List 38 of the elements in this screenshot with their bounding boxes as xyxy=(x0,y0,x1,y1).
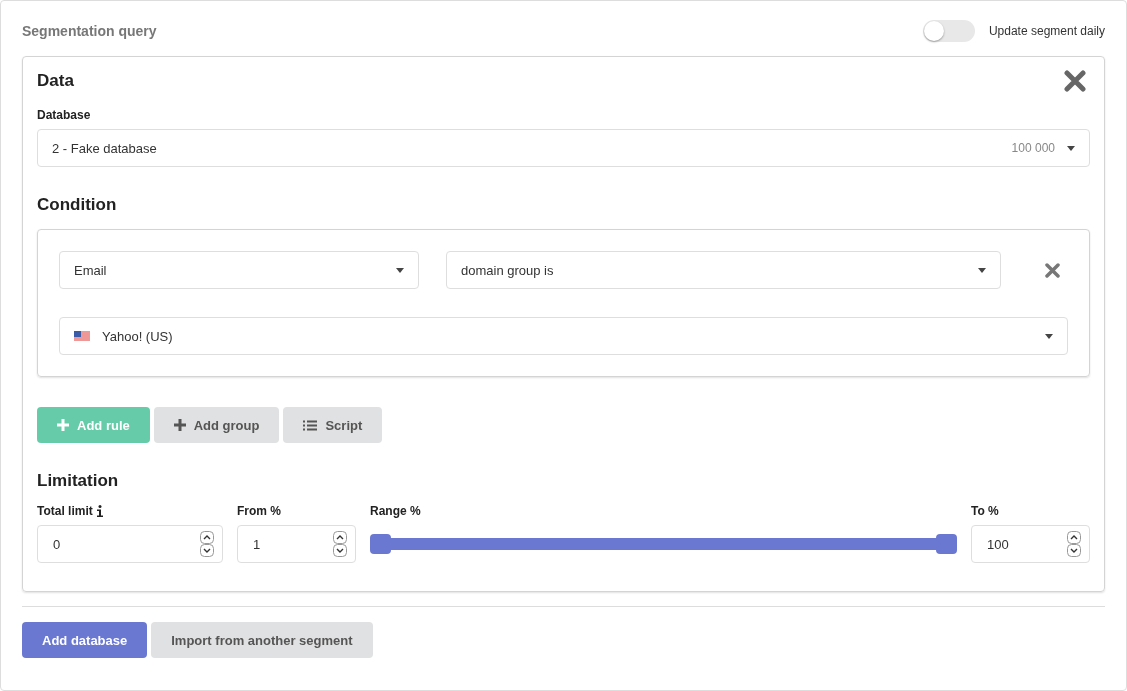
slider-handle[interactable] xyxy=(936,534,957,554)
from-field[interactable]: 1 xyxy=(237,525,356,563)
to-field[interactable]: 100 xyxy=(971,525,1090,563)
value-select[interactable]: Yahoo! (US) xyxy=(59,317,1068,355)
plus-icon xyxy=(57,419,69,431)
list-icon xyxy=(303,419,318,431)
operator-select[interactable]: domain group is xyxy=(446,251,1001,289)
spinner-icon[interactable] xyxy=(1067,531,1081,557)
action-button[interactable]: Add database xyxy=(22,622,148,658)
caret-icon xyxy=(1067,145,1075,151)
section-title: Limitation xyxy=(37,471,119,490)
flag-icon xyxy=(74,330,90,342)
field-label: From % xyxy=(237,503,282,519)
field-label: To % xyxy=(971,503,1000,519)
field-label: Total limit xyxy=(37,503,223,519)
action-button[interactable]: Import from another segment xyxy=(151,622,373,658)
field-label: Database xyxy=(37,107,91,123)
close-icon[interactable] xyxy=(1045,262,1060,278)
section-title: Condition xyxy=(37,195,117,214)
slider-handle[interactable] xyxy=(370,534,391,554)
info-icon xyxy=(96,505,103,517)
field-select[interactable]: Email xyxy=(59,251,419,289)
caret-icon xyxy=(396,267,404,273)
caret-icon xyxy=(978,267,986,273)
action-button[interactable]: Add group xyxy=(153,407,280,443)
card-title: Data xyxy=(37,71,74,91)
caret-icon xyxy=(1045,333,1053,339)
field-label: Range % xyxy=(370,503,422,519)
spinner-icon[interactable] xyxy=(333,531,347,557)
database-select[interactable]: 2 - Fake database 100 000 xyxy=(37,129,1090,167)
plus-icon xyxy=(173,419,186,431)
close-icon[interactable] xyxy=(1064,70,1086,92)
total-limit-field[interactable]: 0 xyxy=(37,525,223,563)
toggle-label: Update segment daily xyxy=(988,24,1105,38)
action-button[interactable]: Script xyxy=(283,407,383,443)
spinner-icon[interactable] xyxy=(200,531,214,557)
toggle-switch[interactable] xyxy=(922,20,975,42)
page-title: Segmentation query xyxy=(22,23,157,39)
